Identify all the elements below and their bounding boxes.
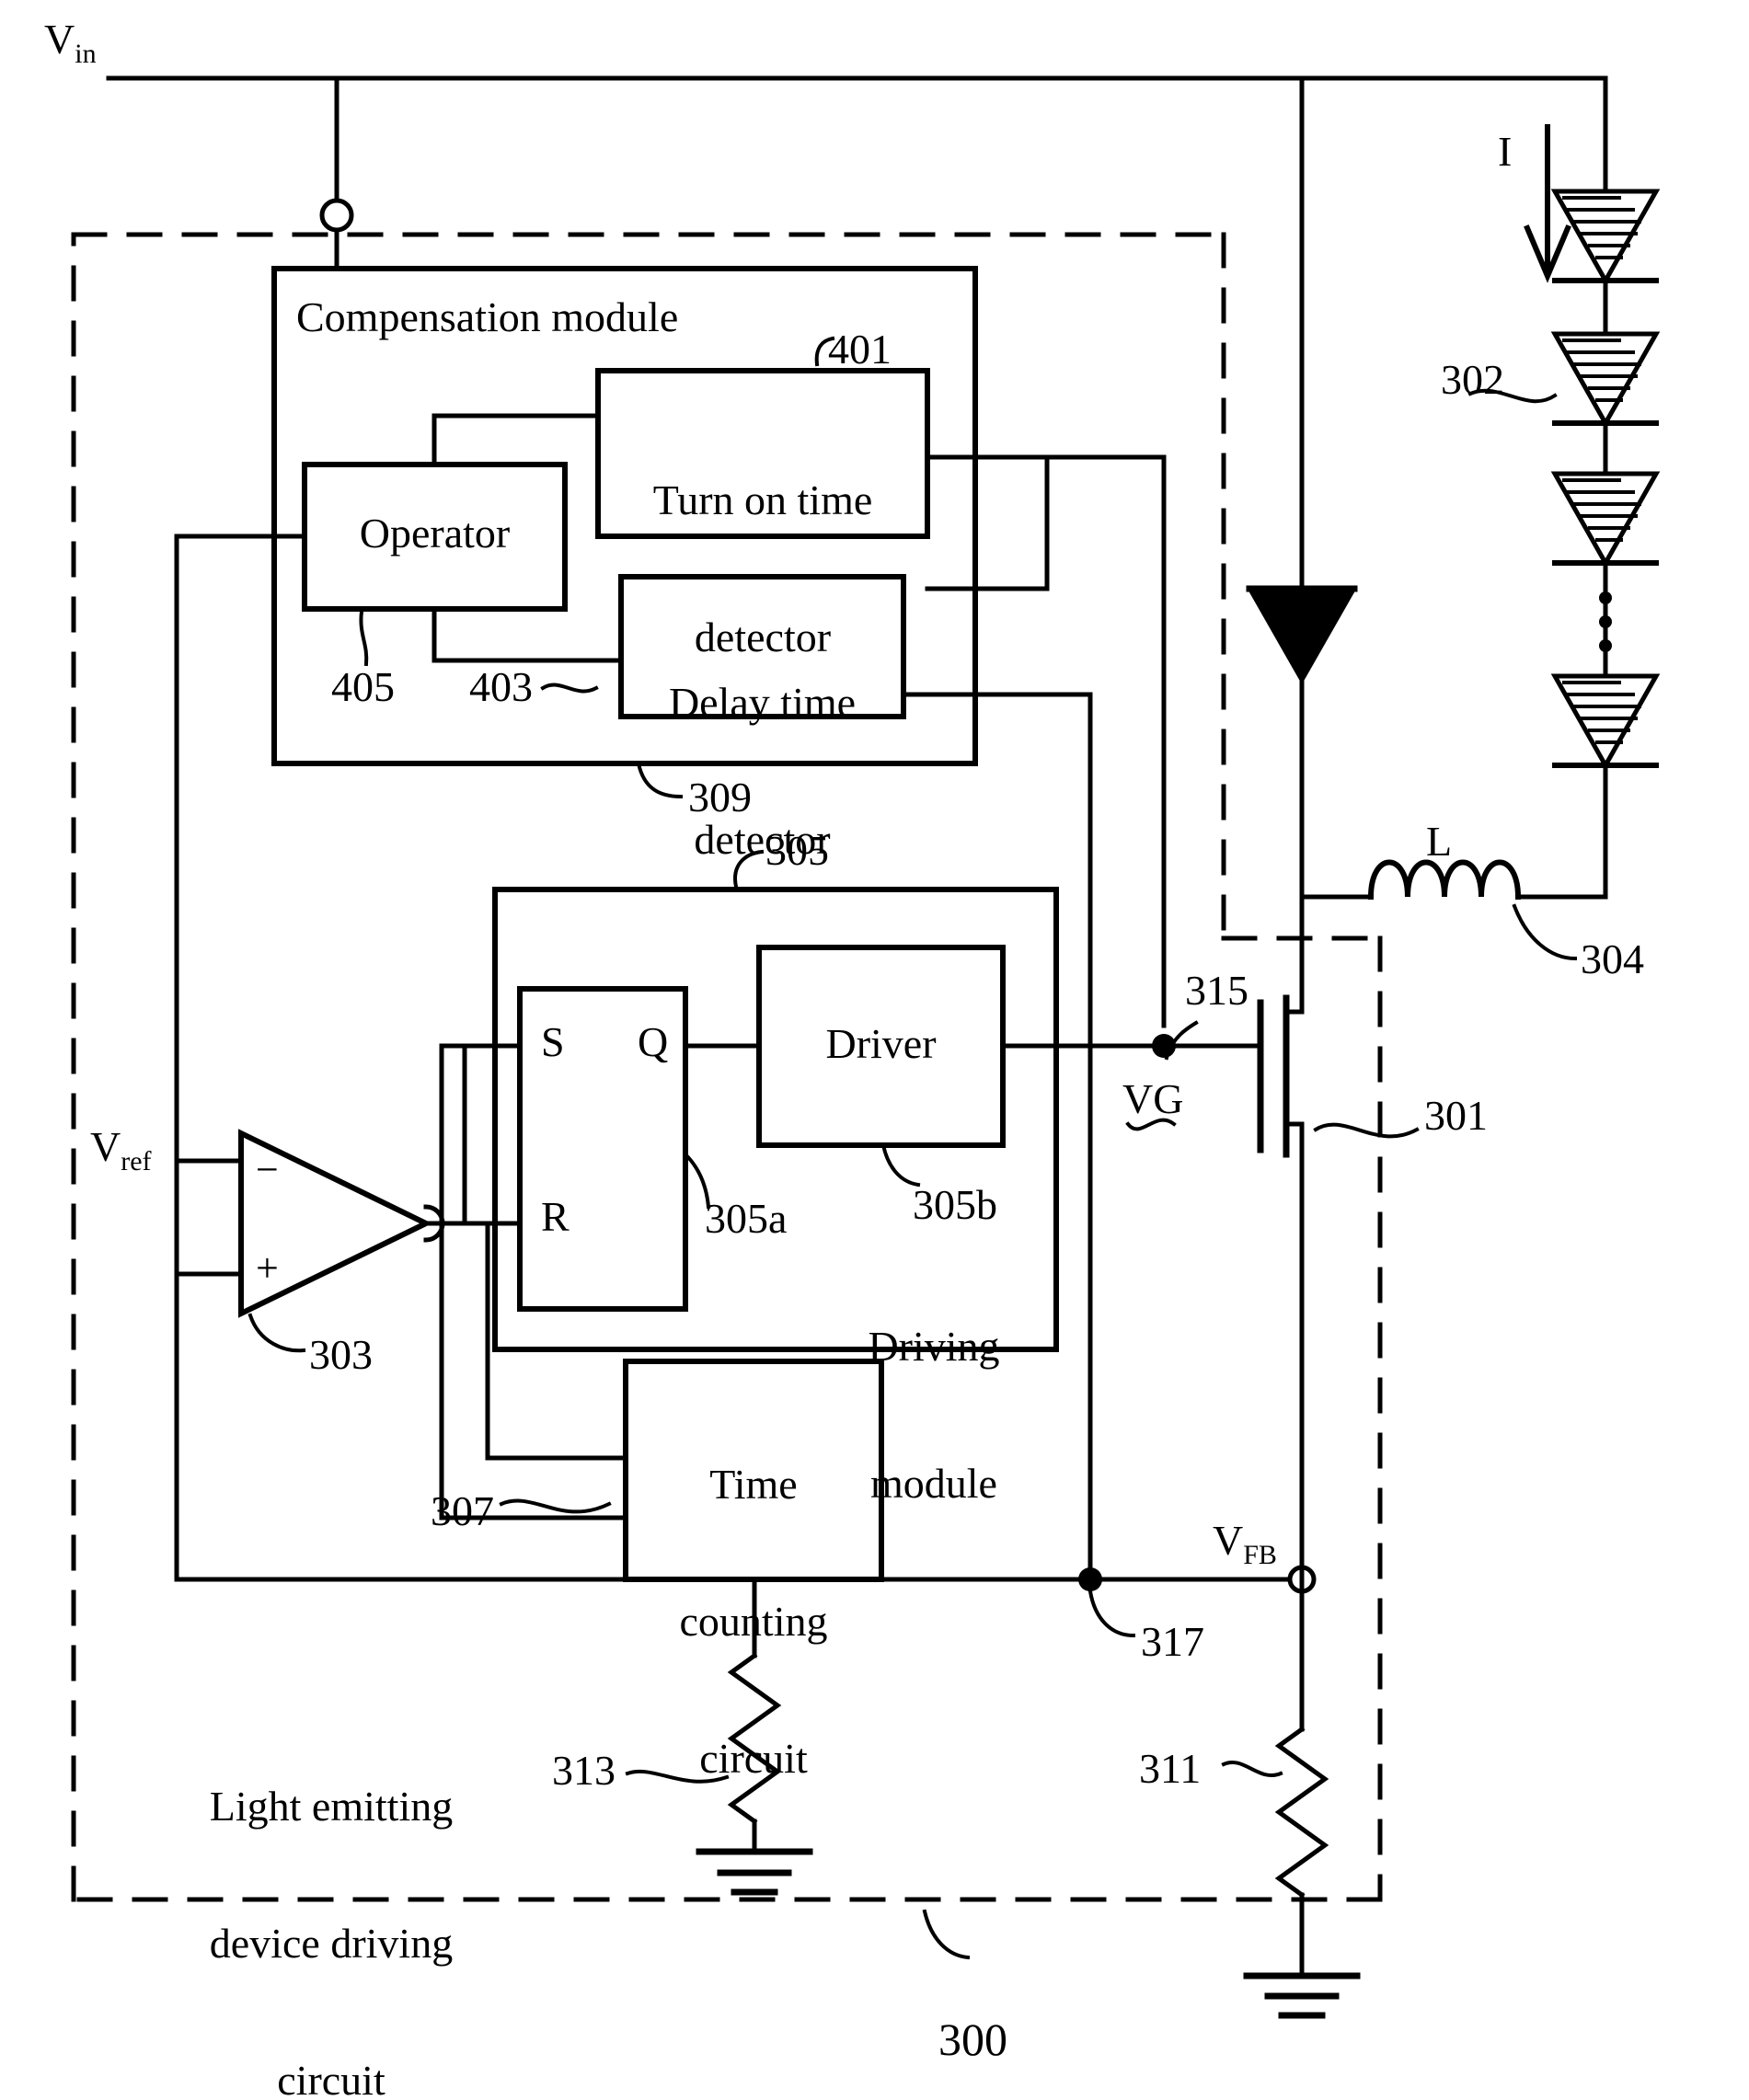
led-2-triangle: [1550, 331, 1661, 429]
leader-305b: [880, 1142, 921, 1188]
leader-405: [359, 609, 369, 667]
ref-302: 302: [1441, 356, 1504, 403]
vin-label: Vin: [44, 16, 97, 70]
wire-operator-to-delay: [431, 606, 624, 663]
ref-301: 301: [1424, 1092, 1488, 1139]
vfb-label: VFB: [1213, 1517, 1277, 1571]
leader-304: [1512, 903, 1578, 961]
diode-triangle: [1246, 587, 1358, 685]
operator-label: Operator: [359, 510, 511, 557]
delay-time-detector-line2: detector: [694, 816, 831, 864]
ref-305b: 305b: [913, 1181, 997, 1228]
ref-305a: 305a: [705, 1195, 788, 1242]
ref-311: 311: [1139, 1745, 1202, 1792]
ref-313: 313: [552, 1747, 616, 1794]
comparator-minus-sign: −: [256, 1147, 279, 1192]
ref-305: 305: [765, 827, 829, 874]
driving-module-line1: Driving: [868, 1323, 1000, 1371]
ref-303: 303: [309, 1331, 373, 1378]
resistor-311: [1274, 1726, 1329, 1899]
time-counting-line1: Time: [709, 1461, 798, 1509]
leader-311: [1221, 1761, 1283, 1777]
ref-304: 304: [1581, 935, 1644, 982]
vref-label: Vref: [90, 1123, 152, 1177]
ref-317: 317: [1141, 1618, 1204, 1665]
led-3-triangle: [1550, 471, 1661, 568]
delay-time-detector-line1: Delay time: [668, 679, 857, 727]
driver-label: Driver: [825, 1020, 937, 1067]
ic-title-line1: Light emitting: [209, 1783, 454, 1830]
wire-operator-left-input: [174, 534, 307, 1582]
time-counting-circuit-label: Time counting circuit: [626, 1371, 881, 1873]
time-counting-line2: counting: [679, 1598, 828, 1646]
wire-turnon-out: [925, 454, 1050, 591]
ic-title-line3: circuit: [277, 2057, 385, 2100]
inductor-label: L: [1426, 818, 1453, 865]
compensation-module-title: Compensation module: [296, 293, 679, 340]
ref-309: 309: [688, 774, 752, 820]
ic-title-line2: device driving: [209, 1920, 454, 1968]
vin-terminal-circle: [319, 198, 354, 233]
latch-pin-q: Q: [638, 1018, 669, 1065]
ref-315: 315: [1185, 967, 1248, 1014]
leader-303: [247, 1313, 306, 1353]
leader-403: [540, 683, 599, 694]
ref-300: 300: [938, 2014, 1007, 2065]
wire-operator-to-turnon: [431, 413, 601, 467]
patent-figure: Vin Compensation module 401 Turn on time…: [0, 0, 1749, 2100]
ref-403: 403: [469, 663, 533, 710]
led-ellipsis: [1599, 591, 1612, 652]
ref-307: 307: [431, 1487, 494, 1534]
led-1-triangle: [1550, 189, 1661, 286]
ref-401: 401: [828, 326, 892, 373]
inductor-coils: [1367, 859, 1522, 901]
leader-301: [1313, 1122, 1420, 1139]
turn-on-time-detector-line1: Turn on time: [652, 476, 873, 524]
leader-317: [1087, 1589, 1136, 1638]
latch-pin-s: S: [541, 1018, 565, 1065]
time-counting-line3: circuit: [699, 1735, 808, 1783]
leader-307: [499, 1498, 612, 1514]
led-n-triangle: [1550, 673, 1661, 771]
vg-label: VG: [1122, 1075, 1184, 1122]
ic-block-title: Light emitting device driving circuit: [138, 1693, 524, 2100]
delay-time-detector-label: Delay time detector: [618, 589, 906, 954]
node-317-dot: [1078, 1567, 1102, 1591]
comparator-plus-sign: +: [256, 1245, 279, 1291]
ref-405: 405: [331, 663, 395, 710]
latch-pin-r: R: [541, 1193, 570, 1240]
current-label: I: [1498, 128, 1513, 175]
leader-300: [922, 1909, 971, 1960]
